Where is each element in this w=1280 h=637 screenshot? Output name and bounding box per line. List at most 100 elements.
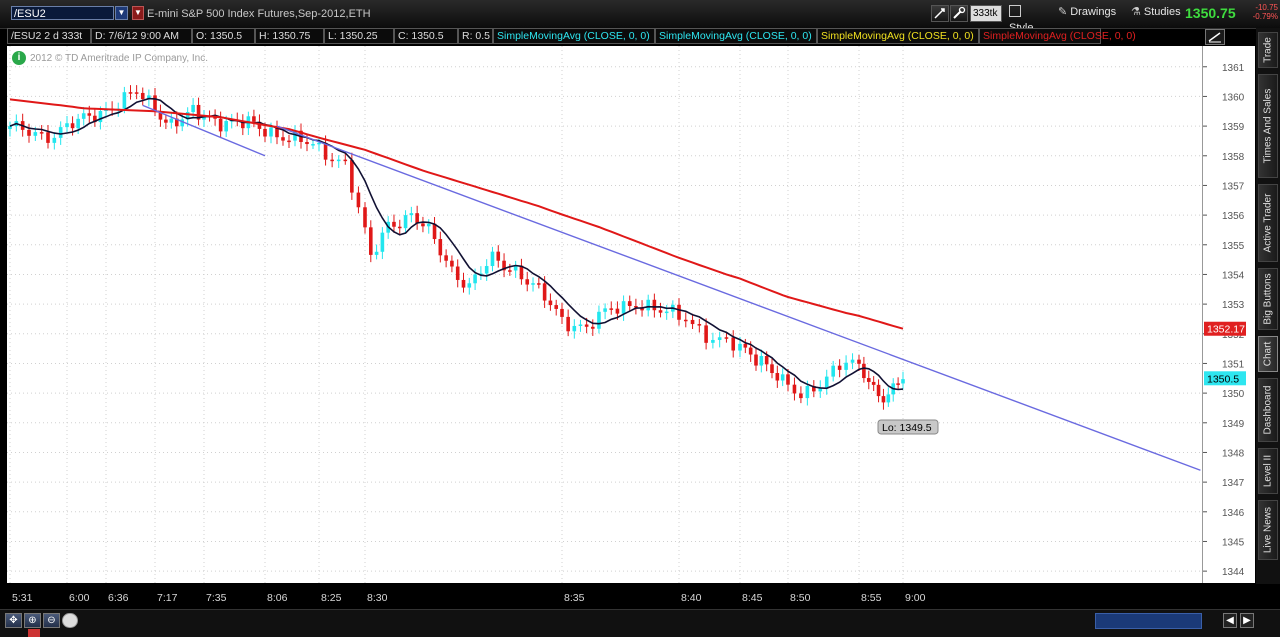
y-tick-label: 1346: [1222, 508, 1245, 519]
price-axis[interactable]: 1344134513461347134813491350135113521353…: [1202, 46, 1255, 583]
x-tick-label: 7:17: [157, 592, 178, 604]
candle-up: [409, 213, 414, 216]
candle-down: [697, 324, 702, 326]
low-annotation-label: Lo: 1349.5: [882, 422, 932, 434]
candle-down: [252, 116, 256, 122]
sidebar-tab-active-trader[interactable]: Active Trader: [1258, 184, 1278, 262]
scroll-right-icon[interactable]: ▶: [1240, 613, 1254, 628]
y-tick-label: 1344: [1222, 567, 1245, 578]
study-label-2[interactable]: SimpleMovingAvg (CLOSE, 0, 0): [655, 28, 817, 44]
x-tick-label: 7:35: [206, 592, 227, 604]
studies-icon: ⚗: [1131, 6, 1141, 18]
style-icon: [1009, 5, 1021, 17]
x-tick-label: 8:55: [861, 592, 882, 604]
candle-up: [850, 359, 855, 363]
sidebar-tab-level-ii[interactable]: Level II: [1258, 448, 1278, 494]
zoom-in-icon[interactable]: ⊕: [24, 613, 41, 628]
x-tick-label: 9:00: [905, 592, 926, 604]
sidebar-tab-dashboard[interactable]: Dashboard: [1258, 378, 1278, 442]
y-tick-label: 1347: [1222, 478, 1245, 489]
candle-down: [421, 223, 425, 227]
y-tick-label: 1355: [1222, 241, 1245, 252]
sidebar-tab-label: Live News: [1262, 506, 1274, 554]
scroll-left-icon[interactable]: ◀: [1223, 613, 1237, 628]
candle-up: [65, 123, 69, 128]
candle-up: [169, 118, 174, 123]
crosshair-tool-icon[interactable]: [931, 5, 949, 22]
wrench-icon[interactable]: [950, 5, 968, 22]
candle-down: [658, 310, 663, 313]
scrollbar-thumb[interactable]: [1095, 613, 1202, 629]
candle-up: [58, 127, 63, 138]
candle-down: [444, 255, 448, 261]
symbol-menu-button[interactable]: ▼: [132, 6, 144, 20]
x-tick-label: 8:06: [267, 592, 288, 604]
sidebar-tab-label: Trade: [1262, 37, 1274, 63]
info-close: C: 1350.5: [394, 28, 458, 44]
aggregation-selector[interactable]: 333tk: [970, 5, 1002, 22]
candle-down: [881, 396, 886, 403]
y-tick-label: 1359: [1222, 122, 1245, 133]
candle-down: [368, 227, 373, 255]
candle-down: [164, 119, 168, 123]
move-icon[interactable]: ✥: [5, 613, 22, 628]
sidebar-tab-big-buttons[interactable]: Big Buttons: [1258, 268, 1278, 330]
chart-plot-area[interactable]: Lo: 1349.5: [7, 46, 1202, 583]
study-label-4[interactable]: SimpleMovingAvg (CLOSE, 0, 0): [979, 28, 1136, 44]
chart-draw-icon[interactable]: [1205, 29, 1225, 45]
candle-up: [374, 251, 379, 255]
sma-slow-line: [9, 98, 904, 330]
time-axis[interactable]: 5:31 6:00 6:36 7:17 7:35 8:06 8:25 8:30 8:35 8:40…: [7, 583, 1254, 610]
y-tick-label: 1361: [1222, 63, 1245, 74]
studies-menu[interactable]: ⚗ Studies: [1127, 5, 1184, 22]
drawings-label: Drawings: [1070, 6, 1117, 18]
candle-up: [426, 223, 431, 227]
sidebar-tab-trade[interactable]: Trade: [1258, 32, 1278, 68]
y-tick-label: 1351: [1222, 359, 1245, 370]
study-label-1[interactable]: SimpleMovingAvg (CLOSE, 0, 0): [493, 28, 655, 44]
price-chart[interactable]: Lo: 1349.5: [7, 46, 1202, 583]
x-tick-label: 8:40: [681, 592, 702, 604]
candle-up: [901, 379, 905, 384]
price-axis-svg: 1344134513461347134813491350135113521353…: [1203, 63, 1246, 578]
candle-up: [473, 274, 477, 284]
sidebar-tab-times-and-sales[interactable]: Times And Sales: [1258, 74, 1278, 178]
candle-up: [664, 311, 669, 314]
candle-up: [403, 215, 408, 229]
x-tick-label: 8:35: [564, 592, 585, 604]
candle-down: [837, 365, 842, 370]
drawings-menu[interactable]: ✎ Drawings: [1054, 5, 1124, 22]
zoom-out-icon[interactable]: ⊖: [43, 613, 60, 628]
symbol-dropdown-button[interactable]: ▼: [115, 6, 128, 20]
reset-zoom-icon[interactable]: [62, 613, 78, 628]
info-icon[interactable]: i: [12, 51, 26, 65]
bottom-toolbar: ✥ ⊕ ⊖ ◀ ▶: [0, 609, 1280, 637]
candle-down: [743, 343, 748, 348]
price-label-value: 1352.17: [1207, 324, 1245, 336]
y-tick-label: 1345: [1222, 537, 1245, 548]
candle-up: [269, 127, 273, 137]
candle-down: [896, 383, 900, 385]
candle-down: [70, 123, 75, 129]
net-change: -10.75 -0.79%: [1244, 3, 1278, 21]
candle-up: [780, 374, 785, 381]
sidebar-tab-label: Level II: [1262, 454, 1274, 488]
sidebar-tab-chart[interactable]: Chart: [1258, 336, 1278, 372]
study-label-3[interactable]: SimpleMovingAvg (CLOSE, 0, 0): [817, 28, 979, 44]
candle-down: [496, 251, 501, 261]
candle-down: [548, 300, 553, 306]
candle-down: [287, 140, 291, 143]
sidebar-tab-live-news[interactable]: Live News: [1258, 500, 1278, 560]
info-symbol: /ESU2 2 d 333t: [7, 28, 91, 44]
candle-up: [380, 232, 385, 252]
style-menu[interactable]: Style: [1005, 5, 1051, 34]
candle-down: [537, 283, 541, 285]
symbol-input[interactable]: /ESU2: [11, 6, 114, 20]
candle-down: [392, 221, 396, 227]
y-tick-label: 1353: [1222, 300, 1245, 311]
x-tick-label: 8:25: [321, 592, 342, 604]
trendline-2: [276, 125, 1201, 471]
candle-down: [356, 192, 361, 208]
candle-up: [33, 132, 38, 136]
candle-up: [531, 283, 535, 285]
